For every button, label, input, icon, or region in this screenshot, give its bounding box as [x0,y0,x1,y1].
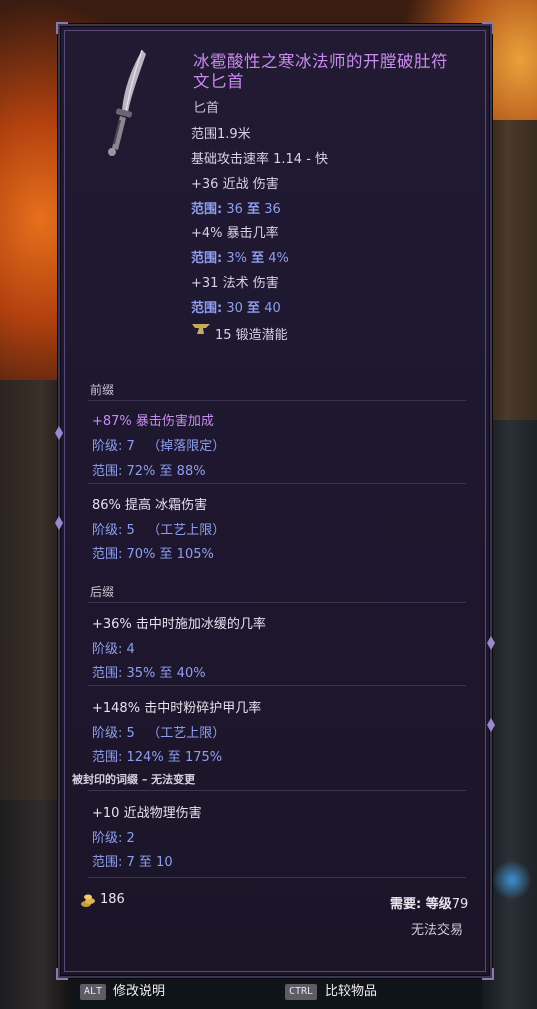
affix-tier: 阶级: 4 [92,642,135,657]
key-hint-bar: ALT 修改说明 CTRL 比较物品 [0,976,537,1009]
implicit-stat: +4% 暴击几率 [191,226,279,241]
affix-tier: 阶级: 7 （掉落限定） [92,439,226,454]
anvil-icon [192,324,210,334]
prefix-affix: +87% 暴击伤害加成 [92,414,214,429]
prefix-header: 前缀 [90,383,115,397]
affix-range: 范围: 72% 至 88% [92,464,206,479]
item-title: 冰雹酸性之寒冰法师的开膛破肚符文匕首 [193,52,448,91]
prefix-affix: 86% 提高 冰霜伤害 [92,498,208,513]
suffix-header: 后缀 [90,585,115,599]
implicit-range: 范围: 3% 至 4% [191,251,289,266]
implicit-range: 范围: 30 至 40 [191,301,281,316]
compare-items-hint[interactable]: 比较物品 [325,984,377,1000]
implicit-range: 范围: 36 至 36 [191,202,281,217]
item-type: 匕首 [193,101,220,116]
gold-coins-icon [81,894,95,907]
affix-tier: 阶级: 2 [92,831,135,846]
affix-tier: 阶级: 5 （工艺上限） [92,726,226,741]
affix-range: 范围: 7 至 10 [92,855,173,870]
modify-description-hint[interactable]: 修改说明 [113,984,165,1000]
range-stat: 范围1.9米 [191,127,251,142]
implicit-stat: +31 法术 伤害 [191,276,279,291]
affix-range: 范围: 70% 至 105% [92,547,214,562]
attack-speed-stat: 基础攻击速率 1.14 - 快 [191,152,329,167]
suffix-affix: +148% 击中时粉碎护甲几率 [92,701,262,716]
sealed-affix-header: 被封印的词缀 – 无法变更 [72,773,196,786]
ctrl-key-icon: CTRL [285,984,318,1000]
affix-range: 范围: 124% 至 175% [92,750,223,765]
gold-value: 186 [100,892,125,907]
sealed-affix: +10 近战物理伤害 [92,806,202,821]
untradable-label: 无法交易 [411,923,464,938]
level-requirement: 需要: 等级79 [390,897,469,912]
alt-key-icon: ALT [80,984,107,1000]
item-tooltip: 冰雹酸性之寒冰法师的开膛破肚符文匕首 匕首 范围1.9米 基础攻击速率 1.14… [55,22,495,980]
forge-potential: 15 锻造潜能 [215,328,288,343]
suffix-affix: +36% 击中时施加冰缓的几率 [92,617,266,632]
implicit-stat: +36 近战 伤害 [191,177,279,192]
dagger-icon [108,49,146,156]
affix-tier: 阶级: 5 （工艺上限） [92,523,226,538]
affix-range: 范围: 35% 至 40% [92,666,206,681]
